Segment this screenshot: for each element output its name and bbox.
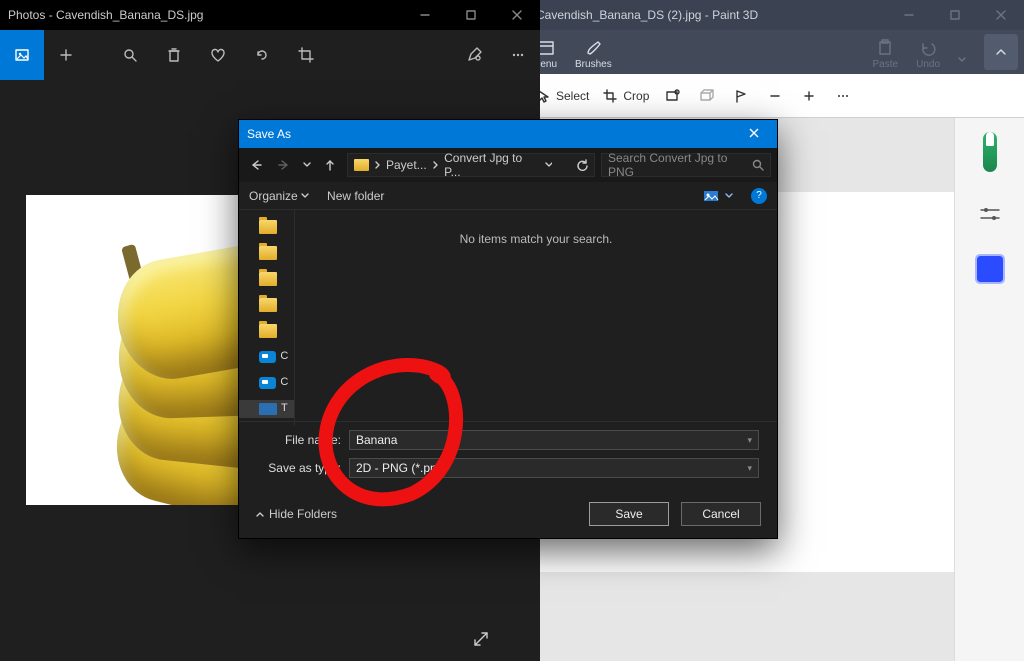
paint3d-maximize[interactable] [932,0,978,30]
photos-crop-icon[interactable] [284,30,328,80]
tree-folder[interactable] [245,270,288,288]
paint3d-crop-tool[interactable]: Crop [603,89,649,103]
paint3d-undo-label: Undo [916,59,940,70]
help-icon[interactable]: ? [751,188,767,204]
photos-maximize[interactable] [448,0,494,30]
paint3d-minimize[interactable] [886,0,932,30]
dialog-close-icon[interactable] [739,127,769,142]
organize-button[interactable]: Organize [249,189,309,203]
tree-this-pc[interactable]: T [239,400,294,418]
paint3d-more-dropdown[interactable] [958,56,966,74]
photos-zoom-icon[interactable] [108,30,152,80]
file-list-area: No items match your search. [295,210,777,426]
tree-folder[interactable] [245,218,288,236]
paint3d-brushes-label: Brushes [575,59,612,70]
address-dropdown-icon[interactable] [545,161,552,169]
paint3d-crop-label: Crop [623,89,649,103]
dialog-fields: File name: Banana ▾ Save as type: 2D - P… [239,421,777,490]
paint3d-collapse-chevron[interactable] [984,34,1018,70]
settings-sliders-icon[interactable] [979,206,1001,222]
paint3d-zoom-out-icon[interactable] [765,89,785,103]
paint3d-select-tool[interactable]: Select [536,89,589,103]
tree-onedrive[interactable]: C [245,348,288,366]
tree-folder[interactable] [245,322,288,340]
save-as-dialog: Save As Payet... Convert Jpg to P... [238,119,778,539]
address-bar[interactable]: Payet... Convert Jpg to P... [347,153,595,177]
paint3d-select-label: Select [556,89,589,103]
filename-label: File name: [257,433,341,447]
dialog-title: Save As [247,127,739,141]
paint3d-flag-icon[interactable] [731,89,751,103]
dialog-footer: Hide Folders Save Cancel [239,490,777,538]
new-folder-button[interactable]: New folder [327,189,384,203]
dialog-titlebar[interactable]: Save As [239,120,777,148]
filename-value: Banana [356,433,397,447]
paint3d-magic-select-icon[interactable] [663,89,683,103]
filename-dropdown-icon[interactable]: ▾ [747,435,752,446]
paint3d-zoom-in-icon[interactable] [799,89,819,103]
photos-more-icon[interactable] [496,30,540,80]
tree-onedrive[interactable]: C [245,374,288,392]
save-button[interactable]: Save [589,502,669,526]
paint3d-topbar: Menu Brushes Paste Undo [526,30,1024,74]
paint3d-paste-button: Paste [873,39,899,74]
savetype-select[interactable]: 2D - PNG (*.png) ▾ [349,458,759,478]
photos-title: Photos - Cavendish_Banana_DS.jpg [8,8,402,22]
photos-resize-handle-icon[interactable] [470,628,492,655]
filename-input[interactable]: Banana ▾ [349,430,759,450]
photos-collection-icon[interactable] [0,30,44,80]
paint3d-titlebar: Cavendish_Banana_DS (2).jpg - Paint 3D [526,0,1024,30]
search-placeholder: Search Convert Jpg to PNG [608,151,752,179]
refresh-icon[interactable] [575,158,588,172]
tree-folder[interactable] [245,296,288,314]
paint3d-brushes-button[interactable]: Brushes [575,39,612,74]
paint3d-more-icon[interactable] [833,89,853,103]
photos-favorite-icon[interactable] [196,30,240,80]
nav-back-icon[interactable] [245,154,267,176]
photos-add-icon[interactable] [44,30,88,80]
search-box[interactable]: Search Convert Jpg to PNG [601,153,771,177]
paint3d-toolbar: Select Crop [526,74,1024,118]
photos-titlebar: Photos - Cavendish_Banana_DS.jpg [0,0,540,30]
empty-message: No items match your search. [460,232,613,246]
paint3d-paste-label: Paste [873,59,899,70]
savetype-dropdown-icon[interactable]: ▾ [747,463,752,474]
cancel-button[interactable]: Cancel [681,502,761,526]
hide-folders-button[interactable]: Hide Folders [255,507,337,521]
crumb-2[interactable]: Convert Jpg to P... [444,151,533,179]
paint3d-close[interactable] [978,0,1024,30]
photos-edit-icon[interactable] [452,30,496,80]
photos-delete-icon[interactable] [152,30,196,80]
color-swatch[interactable] [977,256,1003,282]
crumb-1[interactable]: Payet... [386,158,427,172]
paint3d-title: Cavendish_Banana_DS (2).jpg - Paint 3D [536,8,886,22]
photos-minimize[interactable] [402,0,448,30]
savetype-value: 2D - PNG (*.png) [356,461,447,475]
dialog-navbar: Payet... Convert Jpg to P... Search Conv… [239,148,777,182]
address-folder-icon [354,159,369,171]
photos-close[interactable] [494,0,540,30]
paint3d-3dview-icon[interactable] [697,89,717,103]
paint3d-undo-button: Undo [916,39,940,74]
tree-folder[interactable] [245,244,288,262]
marker-tool-icon[interactable] [983,132,997,172]
paint3d-sidebar [954,118,1024,661]
savetype-label: Save as type: [257,461,341,475]
photos-toolbar [0,30,540,80]
nav-up-icon[interactable] [319,154,341,176]
view-mode-button[interactable] [703,189,733,203]
dialog-toolbar: Organize New folder ? [239,182,777,210]
nav-forward-icon [273,154,295,176]
nav-recent-icon[interactable] [301,154,313,176]
folder-tree[interactable]: C C T [239,210,295,426]
search-icon [752,159,764,171]
photos-rotate-icon[interactable] [240,30,284,80]
